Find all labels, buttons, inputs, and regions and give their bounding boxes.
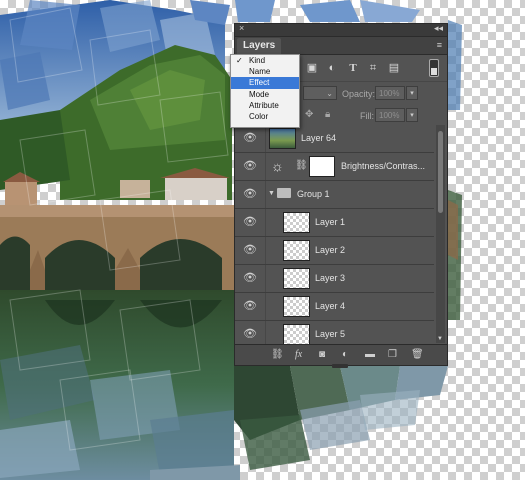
layer-thumbnail [283,324,310,345]
water [0,290,234,480]
adjustment-filter-icon[interactable]: ◐ [325,61,339,75]
opacity-label: Opacity: [342,89,376,99]
opacity-dropdown-icon[interactable]: ▾ [406,86,418,100]
lock-all-icon[interactable]: 🔒︎ [325,109,330,120]
menu-item-effect[interactable]: Effect [231,77,299,89]
visibility-eye-icon[interactable]: 👁︎ [243,245,257,256]
menu-item-mode[interactable]: Mode [231,89,299,100]
new-layer-icon[interactable]: ❐ [388,349,397,360]
filter-toggle[interactable] [429,59,439,77]
panel-topbar: × ◂◂ [235,23,447,37]
new-group-icon[interactable]: ▬ [365,349,375,360]
smart-object-filter-icon[interactable]: ▤ [387,61,401,75]
layer-name: Layer 3 [315,273,346,283]
close-panel-icon[interactable]: × [239,23,244,33]
check-icon: ✓ [236,56,243,65]
shape-filter-icon[interactable]: ⌗ [366,61,380,75]
layer-name: Brightness/Contras... [341,161,426,171]
folder-icon [277,188,291,198]
layer-name: Layer 64 [301,133,337,143]
delete-layer-icon[interactable]: 🗑︎ [411,349,424,360]
visibility-eye-icon[interactable]: 👁︎ [243,161,257,172]
layers-scrollbar[interactable]: ▼ [436,125,445,343]
scrollbar-thumb[interactable] [438,131,443,213]
divider [265,293,266,320]
link-layers-icon[interactable]: ⛓︎ [271,349,284,360]
group-row[interactable]: 👁︎ ▼ Group 1 [235,181,434,209]
visibility-eye-icon[interactable]: 👁︎ [243,329,257,340]
visibility-eye-icon[interactable]: 👁︎ [243,133,257,144]
collapse-panel-icon[interactable]: ◂◂ [434,23,443,34]
kind-filter-menu: ✓ Kind Name Effect Mode Attribute Color [230,54,300,128]
visibility-eye-icon[interactable]: 👁︎ [243,301,257,312]
opacity-field[interactable]: 100% [375,86,405,100]
layer-mask-thumbnail [309,156,335,177]
layer-thumbnail [283,240,310,261]
layer-row[interactable]: 👁︎ ☼ ⛓︎ Brightness/Contras... [235,153,434,181]
divider [265,181,266,208]
divider [265,153,266,180]
layer-name: Layer 5 [315,329,346,339]
layer-name: Layer 2 [315,245,346,255]
divider [265,265,266,292]
layer-thumbnail [269,128,296,149]
link-chain-icon: ⛓︎ [295,160,308,171]
divider [265,209,266,236]
lock-position-icon[interactable]: ✥ [305,109,313,120]
menu-item-attribute[interactable]: Attribute [231,100,299,111]
scroll-down-icon[interactable]: ▼ [437,336,443,342]
fill-field[interactable]: 100% [375,108,405,122]
layer-thumbnail [283,212,310,233]
layer-name: Layer 4 [315,301,346,311]
divider [265,237,266,264]
layer-row[interactable]: 👁︎ Layer 64 [235,125,434,153]
layer-name: Layer 1 [315,217,346,227]
divider [265,125,266,152]
layer-row[interactable]: 👁︎ Layer 3 [235,265,434,293]
right-fragments [448,20,462,320]
layer-row[interactable]: 👁︎ Layer 2 [235,237,434,265]
fill-dropdown-icon[interactable]: ▾ [406,108,418,122]
visibility-eye-icon[interactable]: 👁︎ [243,189,257,200]
layer-thumbnail [283,296,310,317]
menu-item-kind[interactable]: ✓ Kind [231,55,299,66]
layer-thumbnail [283,268,310,289]
menu-item-name[interactable]: Name [231,66,299,77]
panel-bottom-bar: ⛓︎ fx ◙ ◐ ▬ ❐ 🗑︎ [235,344,447,365]
image-filter-icon[interactable]: ▣ [305,61,319,75]
visibility-eye-icon[interactable]: 👁︎ [243,273,257,284]
panel-tab-row: Layers ≡ [235,37,447,55]
panel-menu-icon[interactable]: ≡ [437,40,442,50]
visibility-eye-icon[interactable]: 👁︎ [243,217,257,228]
expand-arrow-icon[interactable]: ▼ [268,190,275,197]
layer-row[interactable]: 👁︎ Layer 4 [235,293,434,321]
panel-resize-grip[interactable] [332,364,348,368]
fill-label: Fill: [360,111,374,121]
group-name: Group 1 [297,189,330,199]
type-filter-icon[interactable]: T [346,61,360,75]
new-adjustment-icon[interactable]: ◐ [342,349,348,360]
menu-item-color[interactable]: Color [231,111,299,122]
layers-list: 👁︎ Layer 64 👁︎ ☼ ⛓︎ Brightness/Contras..… [235,125,434,349]
add-mask-icon[interactable]: ◙ [319,349,325,360]
brightness-adjustment-icon: ☼ [271,158,284,174]
bridge [0,205,234,295]
add-style-icon[interactable]: fx [295,349,302,360]
layer-row[interactable]: 👁︎ Layer 1 [235,209,434,237]
tab-layers[interactable]: Layers [237,38,282,54]
blend-mode-select[interactable]: ⌄ [303,86,337,100]
